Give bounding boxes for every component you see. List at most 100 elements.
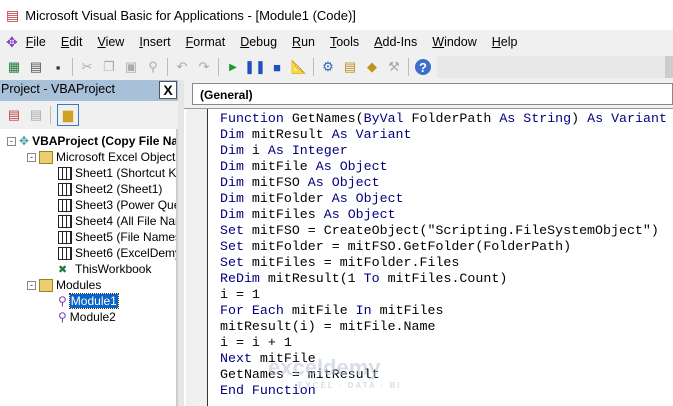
- vba-menu-icon: ✥: [6, 33, 18, 50]
- keyword-token: As Integer: [267, 143, 348, 158]
- tree-node-sheet[interactable]: Sheet6 (ExcelDemy): [58, 245, 178, 261]
- tree-node-sheet[interactable]: Sheet5 (File Names: [58, 229, 176, 245]
- tree-node-label: Microsoft Excel Objects: [56, 150, 178, 164]
- menu-format[interactable]: Format: [186, 35, 226, 49]
- folder-icon: [39, 150, 53, 164]
- keyword-token: Dim: [220, 127, 252, 142]
- tree-node-sheet[interactable]: Sheet3 (Power Quer: [58, 197, 176, 213]
- keyword-token: As Object: [315, 159, 388, 174]
- code-token: ): [571, 111, 588, 126]
- code-line: Function GetNames(ByVal FolderPath As St…: [220, 111, 667, 127]
- keyword-token: As Variant: [331, 127, 412, 142]
- menu-tools[interactable]: Tools: [330, 35, 359, 49]
- tree-node-label: Sheet2 (Sheet1): [75, 182, 163, 196]
- reset-icon[interactable]: ■: [269, 59, 285, 75]
- collapse-icon[interactable]: -: [27, 280, 36, 290]
- keyword-token: For Each: [220, 303, 292, 318]
- worksheet-icon: [58, 198, 72, 212]
- code-token: mitFile: [291, 303, 356, 318]
- code-token: FolderPath: [411, 111, 500, 126]
- toolbar-overflow[interactable]: [437, 56, 673, 78]
- code-token: mitFolder: [251, 191, 332, 206]
- code-token: i = 1: [220, 287, 260, 302]
- code-line: Set mitFiles = mitFolder.Files: [220, 255, 667, 271]
- code-token: mitResult: [251, 127, 332, 142]
- keyword-token: ByVal: [363, 111, 412, 126]
- tree-node-label: Sheet6 (ExcelDemy): [75, 246, 178, 260]
- code-line: i = 1: [220, 287, 667, 303]
- project-explorer-close-button[interactable]: X: [159, 81, 177, 99]
- menu-insert[interactable]: Insert: [139, 35, 170, 49]
- worksheet-icon: [58, 246, 72, 260]
- menu-add-ins[interactable]: Add-Ins: [374, 35, 417, 49]
- save-icon[interactable]: ▪: [50, 59, 66, 75]
- object-dropdown[interactable]: (General): [192, 83, 673, 105]
- menu-file[interactable]: File: [26, 35, 46, 49]
- keyword-token: To: [363, 271, 388, 286]
- copy-icon[interactable]: ❐: [101, 59, 117, 75]
- module-icon: ⚲: [58, 310, 67, 324]
- code-token: mitFiles.Count): [387, 271, 508, 286]
- properties-icon[interactable]: ▤: [342, 59, 358, 75]
- code-token: mitFiles = mitFolder.Files: [251, 255, 460, 270]
- view-code-icon[interactable]: ▤: [6, 107, 22, 123]
- code-line: Set mitFolder = mitFSO.GetFolder(FolderP…: [220, 239, 667, 255]
- code-token: mitFSO = CreateObject("Scripting.FileSys…: [251, 223, 659, 238]
- collapse-icon[interactable]: -: [27, 152, 36, 162]
- tree-node-label: Sheet4 (All File Nam: [75, 214, 178, 228]
- menu-debug[interactable]: Debug: [240, 35, 277, 49]
- tree-node-sheet[interactable]: Sheet1 (Shortcut Ke: [58, 165, 176, 181]
- code-token: mitFiles: [251, 207, 324, 222]
- worksheet-icon: [58, 214, 72, 228]
- collapse-icon[interactable]: -: [7, 136, 16, 146]
- cut-icon[interactable]: ✂: [79, 59, 95, 75]
- separator: [72, 58, 73, 76]
- tree-node-module[interactable]: ⚲ Module2: [58, 309, 116, 325]
- object-browser-icon[interactable]: ◆: [364, 59, 380, 75]
- tree-node-modules[interactable]: - Modules: [27, 277, 101, 293]
- undo-icon[interactable]: ↶: [174, 59, 190, 75]
- tree-node-excel-objects[interactable]: - Microsoft Excel Objects: [27, 149, 178, 165]
- menu-view[interactable]: View: [97, 35, 124, 49]
- code-line: ReDim mitResult(1 To mitFiles.Count): [220, 271, 667, 287]
- tree-node-sheet[interactable]: ✖ ThisWorkbook: [58, 261, 151, 277]
- keyword-token: Set: [220, 239, 252, 254]
- project-explorer-icon[interactable]: ⚙: [320, 59, 336, 75]
- find-icon[interactable]: ⚲: [145, 59, 161, 75]
- menu-window[interactable]: Window: [432, 35, 476, 49]
- break-icon[interactable]: ❚❚: [244, 59, 266, 75]
- tree-node-sheet[interactable]: Sheet2 (Sheet1): [58, 181, 162, 197]
- code-token: mitFolder = mitFSO.GetFolder(FolderPath): [251, 239, 572, 254]
- code-line: Dim mitFSO As Object: [220, 175, 667, 191]
- insert-userform-icon[interactable]: ▤: [28, 59, 44, 75]
- code-line: Dim mitFile As Object: [220, 159, 667, 175]
- separator: [167, 58, 168, 76]
- separator: [313, 58, 314, 76]
- tree-node-sheet[interactable]: Sheet4 (All File Nam: [58, 213, 178, 229]
- tree-node-label: Modules: [56, 278, 102, 292]
- redo-icon[interactable]: ↷: [196, 59, 212, 75]
- menu-edit[interactable]: Edit: [61, 35, 83, 49]
- excel-icon[interactable]: ▦: [6, 59, 22, 75]
- code-token: mitResult(1: [267, 271, 364, 286]
- toolbox-icon[interactable]: ⚒: [386, 59, 402, 75]
- code-token: mitFiles: [379, 303, 444, 318]
- code-line: Dim mitFiles As Object: [220, 207, 667, 223]
- code-margin: [186, 109, 208, 406]
- run-icon[interactable]: ▶: [225, 59, 241, 75]
- code-line: Dim mitResult As Variant: [220, 127, 667, 143]
- tree-node-vbaproject[interactable]: - ✥ VBAProject (Copy File Na: [7, 133, 176, 149]
- module-icon: ⚲: [58, 294, 67, 308]
- toggle-folders-icon[interactable]: ▆: [57, 104, 79, 126]
- menu-help[interactable]: Help: [492, 35, 518, 49]
- keyword-token: As Object: [307, 175, 380, 190]
- keyword-token: Set: [220, 255, 252, 270]
- view-object-icon[interactable]: ▤: [28, 107, 44, 123]
- help-icon[interactable]: ?: [415, 59, 431, 75]
- design-mode-icon[interactable]: 📐: [291, 59, 307, 75]
- tree-node-module[interactable]: ⚲ Module1: [58, 293, 119, 309]
- worksheet-icon: [58, 166, 72, 180]
- keyword-token: Dim: [220, 191, 252, 206]
- menu-run[interactable]: Run: [292, 35, 315, 49]
- paste-icon[interactable]: ▣: [123, 59, 139, 75]
